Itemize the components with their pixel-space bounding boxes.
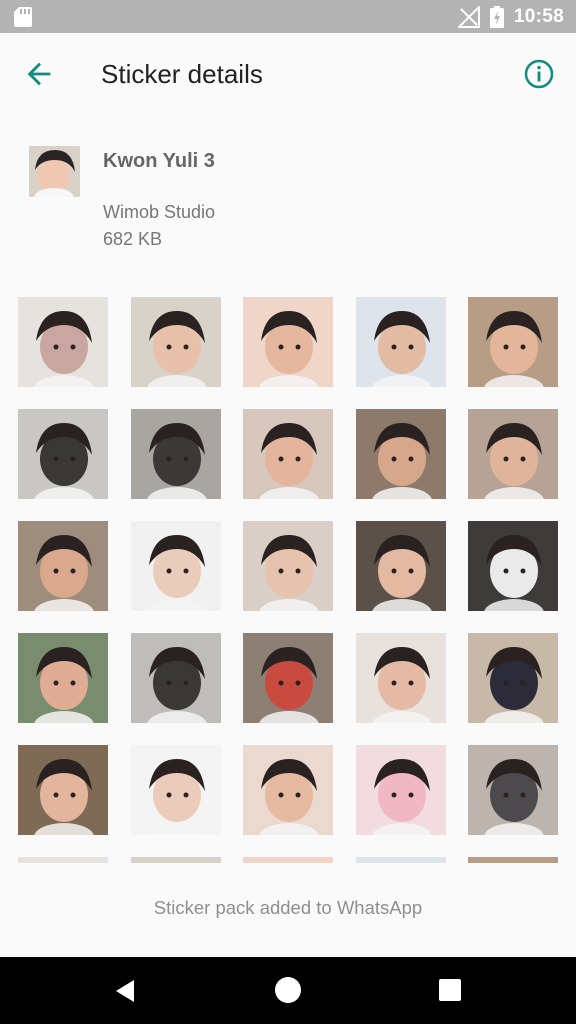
sticker-thumbnail[interactable] bbox=[468, 857, 558, 863]
added-status-message: Sticker pack added to WhatsApp bbox=[153, 897, 423, 918]
status-bar: 10:58 bbox=[0, 0, 576, 33]
sticker-thumbnail[interactable] bbox=[130, 521, 221, 611]
sticker-thumbnail[interactable] bbox=[130, 857, 221, 863]
sticker-thumbnail[interactable] bbox=[355, 297, 446, 387]
sticker-thumbnail[interactable] bbox=[468, 745, 558, 835]
sticker-thumbnail[interactable] bbox=[243, 297, 333, 387]
pack-file-size: 682 KB bbox=[103, 229, 163, 249]
sticker-thumbnail[interactable] bbox=[243, 745, 333, 835]
sticker-thumbnail[interactable] bbox=[243, 857, 333, 863]
sticker-thumbnail[interactable] bbox=[355, 409, 446, 499]
back-arrow-icon[interactable] bbox=[22, 57, 56, 91]
sticker-grid bbox=[18, 297, 558, 863]
info-icon[interactable] bbox=[522, 57, 556, 91]
sticker-thumbnail[interactable] bbox=[355, 857, 446, 863]
sticker-thumbnail[interactable] bbox=[468, 633, 558, 723]
sticker-thumbnail[interactable] bbox=[18, 633, 108, 723]
app-bar: Sticker details bbox=[0, 33, 576, 115]
battery-charging-icon bbox=[489, 5, 504, 28]
sticker-thumbnail[interactable] bbox=[18, 521, 108, 611]
sd-card-icon bbox=[14, 7, 32, 27]
sticker-thumbnail[interactable] bbox=[243, 409, 333, 499]
nav-back-icon[interactable] bbox=[112, 977, 140, 1005]
sticker-thumbnail[interactable] bbox=[130, 297, 221, 387]
pack-name: Kwon Yuli 3 bbox=[103, 150, 215, 172]
sticker-thumbnail[interactable] bbox=[243, 521, 333, 611]
sticker-thumbnail[interactable] bbox=[130, 409, 221, 499]
sticker-thumbnail[interactable] bbox=[243, 633, 333, 723]
sticker-thumbnail[interactable] bbox=[468, 297, 558, 387]
sticker-thumbnail[interactable] bbox=[355, 745, 446, 835]
pack-publisher: Wimob Studio bbox=[103, 202, 216, 222]
sticker-thumbnail[interactable] bbox=[18, 409, 108, 499]
nav-recents-icon[interactable] bbox=[439, 979, 461, 1001]
page-title: Sticker details bbox=[101, 59, 263, 89]
sticker-thumbnail[interactable] bbox=[468, 521, 558, 611]
nav-home-icon[interactable] bbox=[275, 977, 301, 1003]
no-signal-icon bbox=[457, 5, 480, 28]
sticker-thumbnail[interactable] bbox=[130, 745, 221, 835]
sticker-thumbnail[interactable] bbox=[355, 521, 446, 611]
pack-tray-image bbox=[29, 146, 80, 197]
status-time: 10:58 bbox=[513, 5, 564, 27]
sticker-thumbnail[interactable] bbox=[355, 633, 446, 723]
sticker-thumbnail[interactable] bbox=[18, 745, 108, 835]
sticker-thumbnail[interactable] bbox=[18, 857, 108, 863]
navigation-bar bbox=[0, 957, 576, 1024]
sticker-thumbnail[interactable] bbox=[18, 297, 108, 387]
sticker-thumbnail[interactable] bbox=[468, 409, 558, 499]
sticker-thumbnail[interactable] bbox=[130, 633, 221, 723]
